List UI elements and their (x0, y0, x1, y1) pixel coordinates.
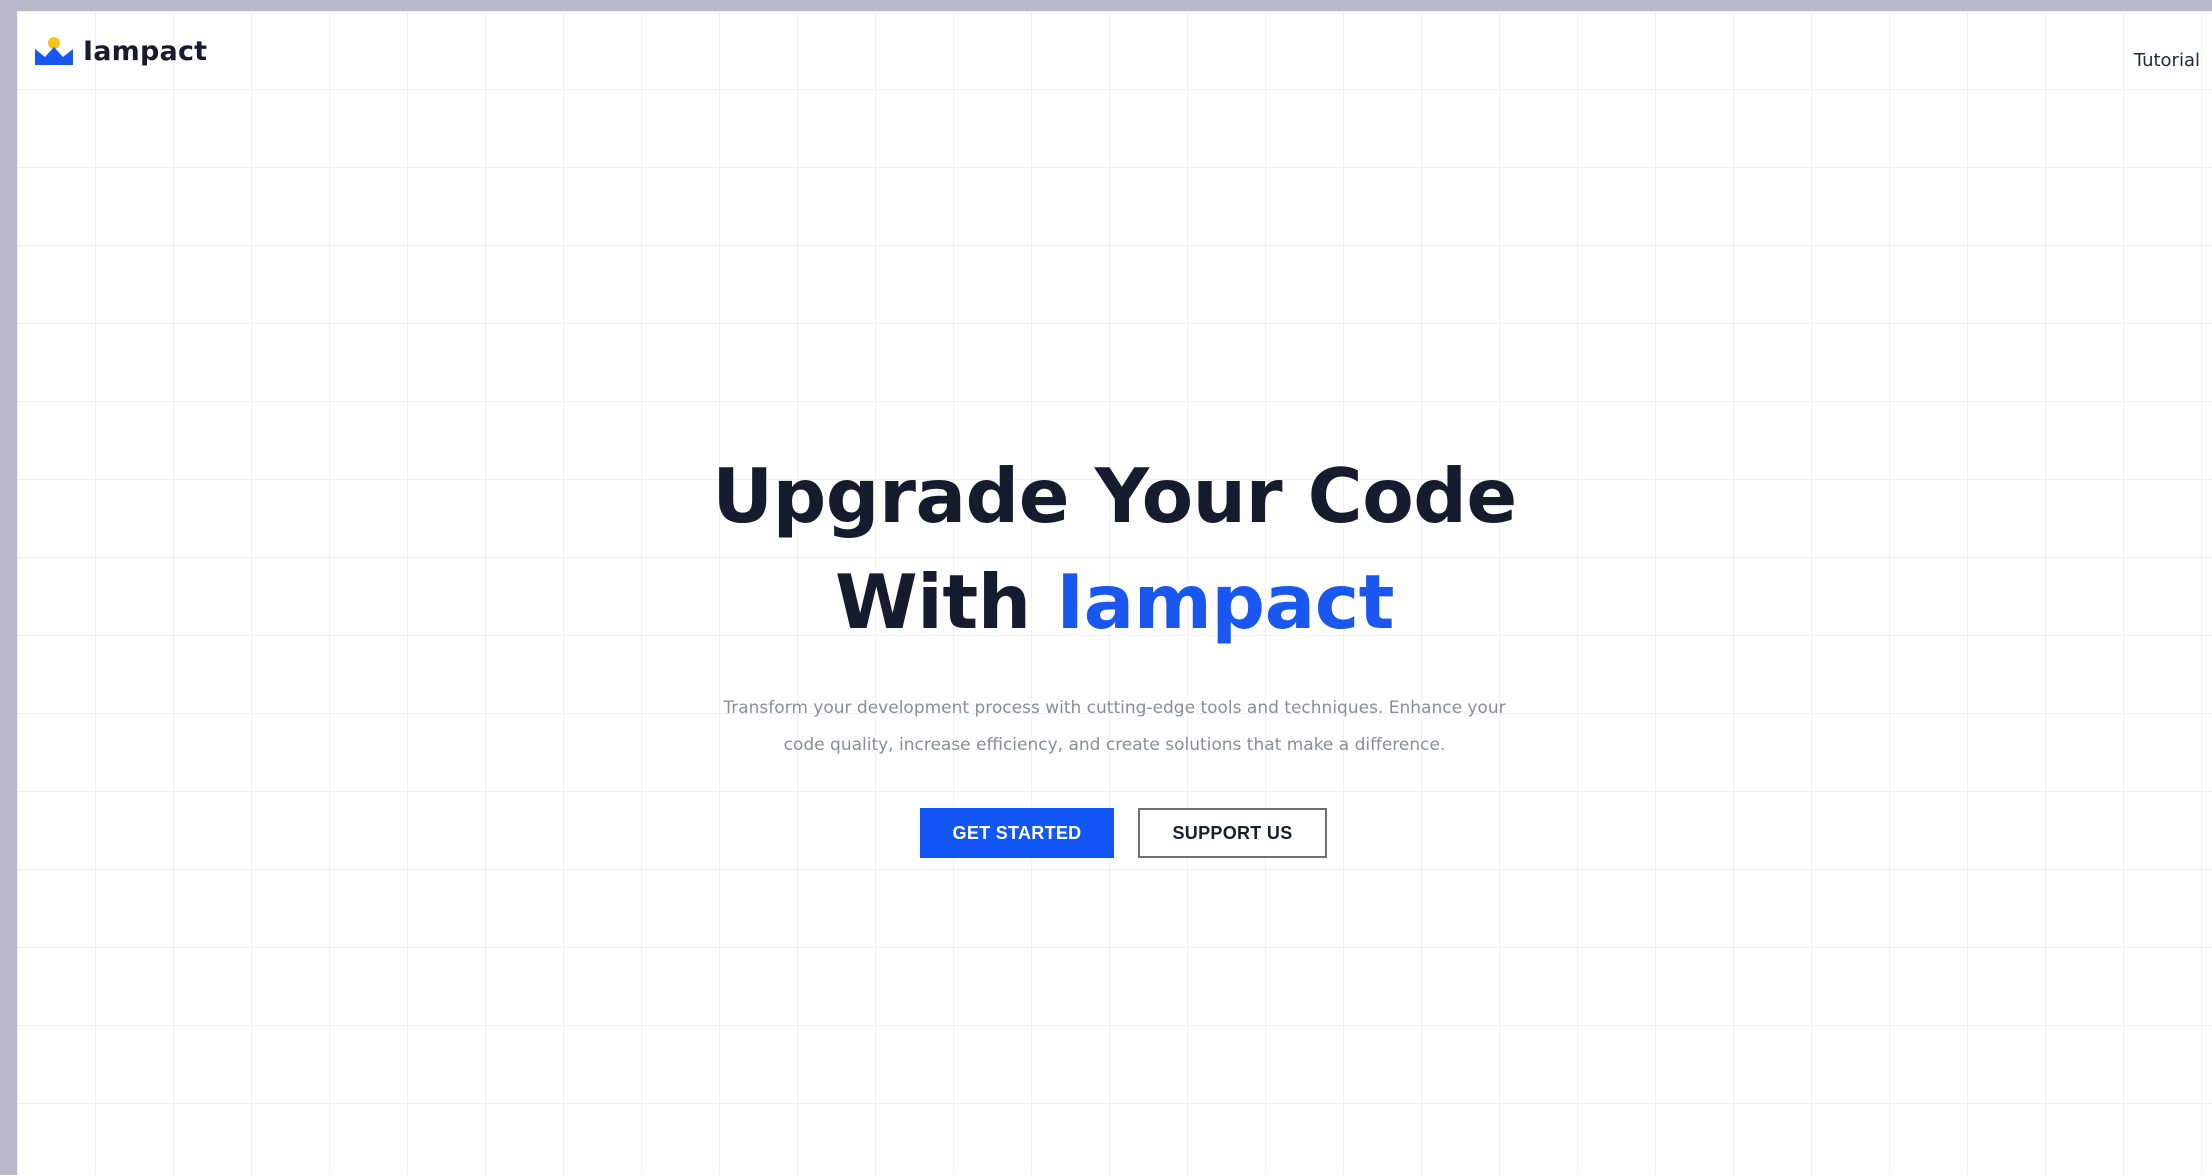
brand-logo-link[interactable]: Iampact (35, 35, 207, 67)
hero-subtitle-line1: Transform your development process with … (723, 698, 1506, 718)
nav-link-tutorial[interactable]: Tutorial (2134, 50, 2200, 71)
hero-title-line2-prefix: With (834, 558, 1031, 646)
hero-subtitle: Transform your development process with … (705, 690, 1525, 764)
hero-title-accent: Iampact (1056, 558, 1395, 646)
support-us-button[interactable]: SUPPORT US (1138, 808, 1327, 858)
hero-title: Upgrade Your Code With Iampact (17, 443, 2212, 655)
get-started-button[interactable]: GET STARTED (920, 808, 1114, 858)
brand-name: Iampact (83, 35, 208, 67)
hero-subtitle-line2: code quality, increase efficiency, and c… (783, 735, 1446, 755)
hero-cta-group: GET STARTED SUPPORT US (17, 808, 2212, 858)
hero-title-line1: Upgrade Your Code (712, 452, 1517, 540)
page-viewport: Iampact Tutorial Upgrade Your Code With … (17, 11, 2212, 1175)
navbar: Iampact Tutorial (17, 11, 2212, 91)
crown-logo-icon (35, 37, 73, 65)
